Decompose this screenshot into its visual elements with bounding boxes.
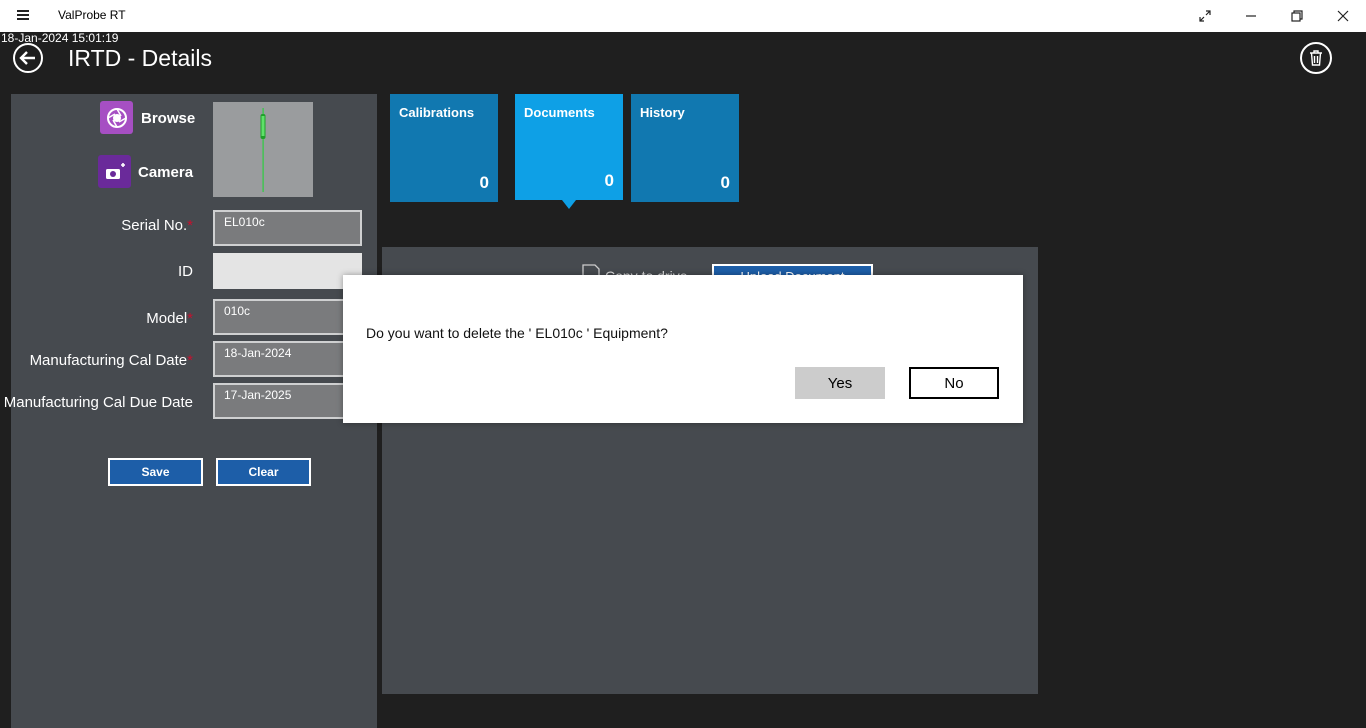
clear-button[interactable]: Clear [216,458,311,486]
browse-icon[interactable] [100,101,133,134]
tile-documents[interactable]: Documents 0 [515,94,623,200]
serial-field[interactable]: EL010c [213,210,362,246]
window-title-bar: ValProbe RT [0,0,1366,32]
model-label: Model* [146,310,193,327]
dialog-message: Do you want to delete the ' EL010c ' Equ… [366,325,668,341]
serial-label: Serial No.* [121,217,193,234]
tile-history-label: History [640,105,685,120]
timestamp: 18-Jan-2024 15:01:19 [1,31,119,45]
tile-history[interactable]: History 0 [631,94,739,202]
delete-button[interactable] [1300,42,1332,74]
back-arrow-icon [19,51,35,65]
back-button[interactable] [13,43,43,73]
trash-icon [1310,50,1322,66]
mfg-cal-due-date-field[interactable]: 17-Jan-2025 [213,383,362,419]
id-field[interactable] [213,253,362,289]
mfg-cal-date-field[interactable]: 18-Jan-2024 [213,341,362,377]
save-button[interactable]: Save [108,458,203,486]
tile-history-count: 0 [720,173,730,192]
yes-button[interactable]: Yes [795,367,885,399]
camera-label[interactable]: Camera [138,164,193,181]
no-button[interactable]: No [909,367,999,399]
browse-label[interactable]: Browse [141,110,195,127]
selected-tile-pointer [562,200,576,209]
tile-calibrations[interactable]: Calibrations 0 [390,94,498,202]
minimize-icon[interactable] [1228,0,1274,32]
probe-image-preview [213,102,313,197]
delete-confirmation-dialog: Do you want to delete the ' EL010c ' Equ… [343,275,1023,423]
mfg-cal-date-label: Manufacturing Cal Date* [29,352,193,369]
page-title: IRTD - Details [68,45,212,71]
restore-icon[interactable] [1274,0,1320,32]
close-icon[interactable] [1320,0,1366,32]
expand-icon[interactable] [1182,0,1228,32]
tile-documents-count: 0 [604,171,614,190]
tile-documents-label: Documents [524,105,595,120]
id-label: ID [178,263,193,280]
tile-calibrations-label: Calibrations [399,105,475,120]
hamburger-menu-icon[interactable] [17,10,29,20]
camera-icon[interactable] [98,155,131,188]
tile-calibrations-count: 0 [479,173,489,192]
model-field[interactable]: 010c [213,299,362,335]
app-title: ValProbe RT [58,8,126,22]
mfg-cal-due-date-label: Manufacturing Cal Due Date [3,394,193,411]
